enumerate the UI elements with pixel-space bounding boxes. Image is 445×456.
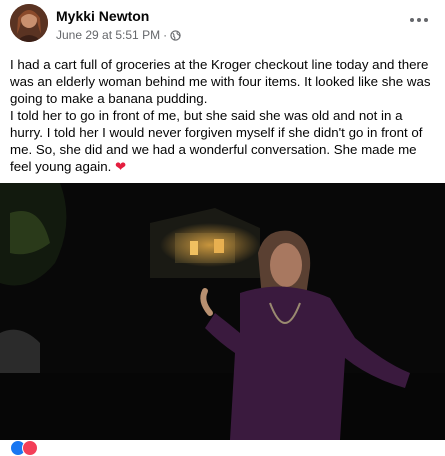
meta-separator: ·: [163, 28, 168, 42]
author-avatar[interactable]: [10, 4, 48, 42]
post-photo[interactable]: [0, 183, 445, 440]
reaction-summary[interactable]: [10, 440, 38, 456]
heart-emoji: ❤: [115, 159, 127, 174]
post-meta: June 29 at 5:51 PM ·: [56, 28, 181, 42]
author-name[interactable]: Mykki Newton: [56, 8, 149, 24]
post-paragraph-2: I told her to go in front of me, but she…: [10, 107, 435, 175]
post-date[interactable]: June 29 at 5:51 PM: [56, 28, 160, 42]
more-options-icon[interactable]: [407, 12, 431, 28]
globe-icon: [170, 29, 181, 41]
love-reaction-icon: [22, 440, 38, 456]
post-header: Mykki Newton June 29 at 5:51 PM ·: [0, 0, 445, 48]
post-paragraph-2-text: I told her to go in front of me, but she…: [10, 108, 423, 174]
post-paragraph-1: I had a cart full of groceries at the Kr…: [10, 57, 431, 106]
post-body: I had a cart full of groceries at the Kr…: [10, 56, 435, 175]
